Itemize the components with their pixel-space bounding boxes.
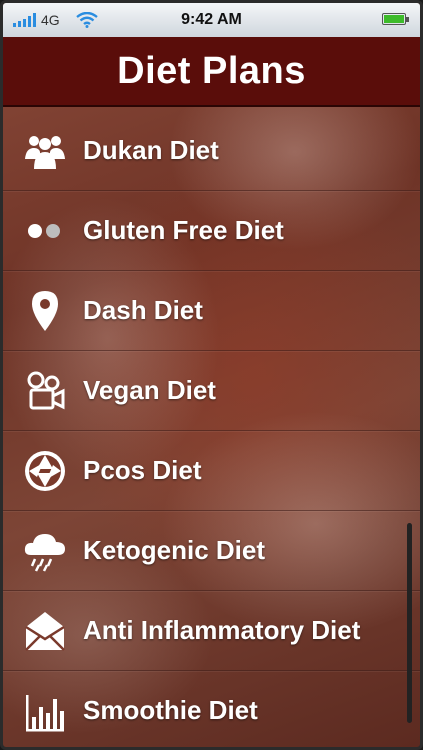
network-type: 4G (41, 12, 60, 28)
phone-screen: 4G 9:42 AM Diet Plans Dukan Diet Gluten … (0, 0, 423, 750)
list-item-label: Anti Inflammatory Diet (83, 615, 361, 645)
list-item-gluten-free-diet[interactable]: Gluten Free Diet (3, 191, 420, 271)
list-item-ketogenic-diet[interactable]: Ketogenic Diet (3, 511, 420, 591)
battery-icon (382, 13, 409, 25)
diet-plan-list: Dukan Diet Gluten Free Diet Dash Diet Ve… (3, 111, 420, 747)
list-item-label: Ketogenic Diet (83, 535, 266, 565)
wifi-icon (75, 12, 98, 28)
status-bar: 4G 9:42 AM (3, 3, 420, 38)
list-item-label: Smoothie Diet (83, 695, 258, 725)
list-item-label: Pcos Diet (83, 455, 202, 485)
list-item-dukan-diet[interactable]: Dukan Diet (3, 111, 420, 191)
signal-strength-icon (13, 13, 36, 27)
page-title: Diet Plans (117, 49, 306, 92)
bar-chart-icon (23, 689, 67, 733)
list-item-label: Dash Diet (83, 295, 203, 325)
list-item-label: Vegan Diet (83, 375, 216, 405)
video-camera-icon (23, 369, 67, 413)
camera-aperture-icon (23, 449, 67, 493)
rain-cloud-icon (23, 529, 67, 573)
scrollbar[interactable] (407, 523, 412, 723)
list-item-vegan-diet[interactable]: Vegan Diet (3, 351, 420, 431)
list-item-smoothie-diet[interactable]: Smoothie Diet (3, 671, 420, 747)
list-item-dash-diet[interactable]: Dash Diet (3, 271, 420, 351)
users-icon (23, 129, 67, 173)
clock: 9:42 AM (181, 11, 242, 28)
navigation-bar: Diet Plans (3, 37, 420, 107)
map-pin-icon (23, 289, 67, 333)
list-item-pcos-diet[interactable]: Pcos Diet (3, 431, 420, 511)
list-item-label: Dukan Diet (83, 135, 219, 165)
envelope-icon (23, 609, 67, 653)
list-item-anti-inflammatory-diet[interactable]: Anti Inflammatory Diet (3, 591, 420, 671)
list-item-label: Gluten Free Diet (83, 215, 284, 245)
two-dots-icon (23, 209, 67, 253)
